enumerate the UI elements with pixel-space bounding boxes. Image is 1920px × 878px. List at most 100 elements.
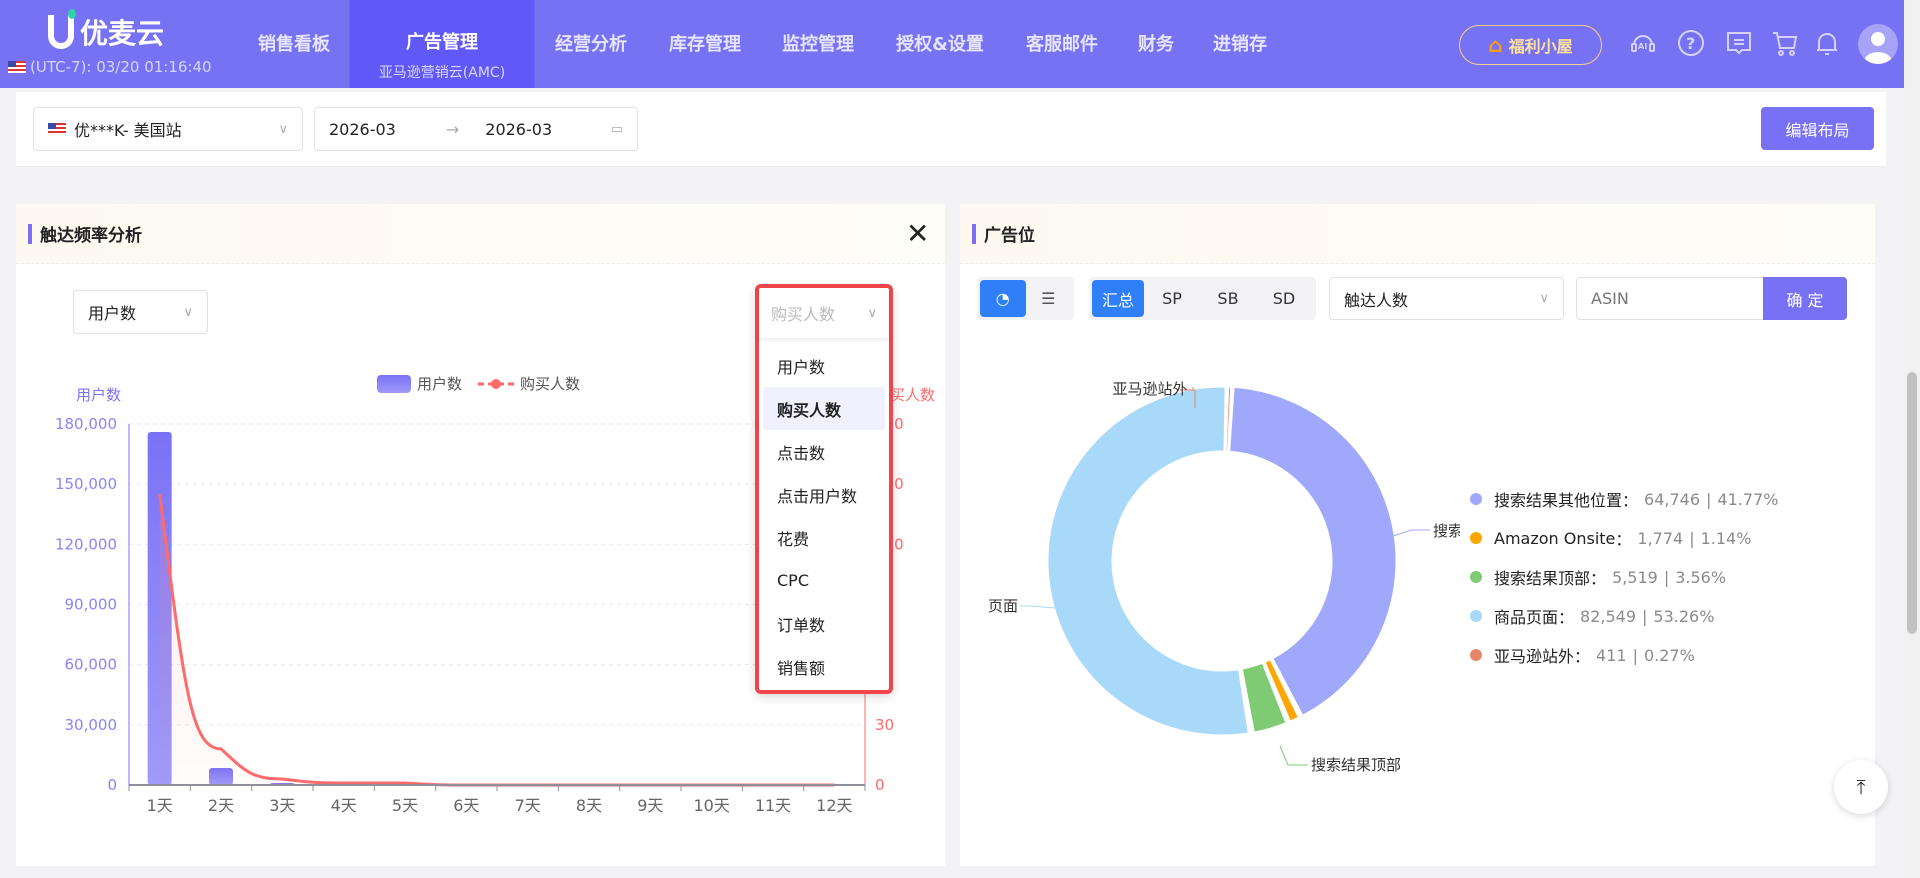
y-left-tick: 120,000: [55, 535, 117, 553]
legend-dot: [1470, 571, 1482, 583]
tab-sp[interactable]: SP: [1144, 280, 1200, 317]
nav-item[interactable]: 客服邮件: [1026, 0, 1098, 88]
legend-value: 64,746: [1644, 489, 1701, 509]
y-left-tick: 150,000: [55, 475, 117, 493]
asin-input[interactable]: [1576, 277, 1766, 320]
legend-dot: [1470, 532, 1482, 544]
legend-percent: 0.27%: [1643, 645, 1695, 665]
right-metric-dropdown[interactable]: 购买人数 ∨ 用户数 购买人数 点击数 点击用户数 花费 CPC 订单数 销售额: [755, 284, 893, 694]
y-left-tick: 0: [107, 776, 117, 794]
legend-line-label: 购买人数: [520, 375, 580, 393]
nav-item[interactable]: 广告管理 亚马逊营销云(AMC): [349, 0, 535, 88]
dropdown-option[interactable]: 点击数: [759, 430, 889, 473]
date-range-picker[interactable]: 2026-03 → 2026-03 ▭: [314, 107, 638, 151]
list-view-icon[interactable]: ☰: [1026, 280, 1072, 317]
nav-label: 销售看板: [258, 34, 330, 55]
welfare-button[interactable]: ⌂ 福利小屋: [1459, 25, 1602, 65]
tab-汇总[interactable]: 汇总: [1092, 280, 1144, 317]
tab-sb[interactable]: SB: [1200, 280, 1256, 317]
dropdown-option[interactable]: 购买人数: [763, 387, 885, 430]
arrow-up-icon: ⤒: [1856, 775, 1866, 799]
legend-dot: [1470, 493, 1482, 505]
nav-item[interactable]: 进销存: [1213, 0, 1267, 88]
legend-colon: ：: [1622, 491, 1639, 510]
y-left-tick: 30,000: [65, 716, 118, 734]
edit-layout-button[interactable]: 编辑布局: [1761, 107, 1874, 150]
y-left-tick: 180,000: [55, 415, 117, 433]
close-icon[interactable]: ✕: [906, 220, 929, 248]
view-toggle[interactable]: ◔ ☰: [977, 277, 1074, 320]
nav-item[interactable]: 销售看板: [258, 0, 330, 88]
pie-label: 亚马逊站外: [1112, 380, 1187, 398]
logo[interactable]: 优麦云: [48, 9, 164, 52]
dropdown-option[interactable]: 点击用户数: [759, 473, 889, 516]
logo-icon: [48, 9, 76, 49]
nav-label: 授权&设置: [896, 34, 984, 55]
scrollbar[interactable]: [1904, 0, 1920, 878]
x-tick-label: 4天: [331, 796, 357, 815]
legend-colon: ：: [1574, 647, 1591, 666]
scrollbar-thumb[interactable]: [1907, 372, 1917, 634]
date-end[interactable]: 2026-03: [485, 120, 552, 139]
pie-label: 搜索: [1433, 522, 1460, 540]
legend-percent: 53.26%: [1653, 606, 1715, 626]
line-series: [158, 494, 835, 787]
store-value: 优***K- 美国站: [74, 121, 182, 140]
panel-header: 广告位: [960, 204, 1875, 264]
dropdown-option[interactable]: 销售额: [759, 645, 889, 688]
dropdown-option[interactable]: 用户数: [759, 344, 889, 387]
legend-name: 商品页面: [1494, 608, 1559, 627]
legend-value: 1,774: [1637, 528, 1684, 548]
y-right-tick: 0: [875, 776, 885, 794]
legend-item[interactable]: 搜索结果顶部： 5,519 | 3.56%: [1470, 566, 1726, 588]
nav-item[interactable]: 监控管理: [782, 0, 854, 88]
ai-headset-icon[interactable]: AI: [1628, 28, 1658, 58]
bell-icon[interactable]: [1812, 28, 1842, 58]
nav-label: 广告管理: [406, 32, 478, 53]
tab-sd[interactable]: SD: [1256, 280, 1312, 317]
title-accent: [28, 223, 32, 244]
pie-chart-view-icon[interactable]: ◔: [980, 280, 1026, 317]
nav-item[interactable]: 库存管理: [669, 0, 741, 88]
back-to-top-button[interactable]: ⤒: [1834, 760, 1888, 814]
legend-item[interactable]: 亚马逊站外： 411 | 0.27%: [1470, 644, 1695, 666]
legend-item[interactable]: 商品页面： 82,549 | 53.26%: [1470, 605, 1714, 627]
dropdown-option[interactable]: CPC: [759, 559, 889, 602]
avatar[interactable]: [1858, 24, 1898, 64]
timezone-clock: (UTC-7): 03/20 01:16:40: [8, 58, 212, 76]
x-tick-label: 7天: [515, 796, 541, 815]
x-tick-label: 8天: [576, 796, 602, 815]
nav-item[interactable]: 授权&设置: [896, 0, 984, 88]
chevron-down-icon: ∨: [1539, 291, 1549, 306]
nav-item[interactable]: 财务: [1138, 0, 1174, 88]
message-icon[interactable]: [1724, 28, 1754, 58]
legend-item[interactable]: Amazon Onsite： 1,774 | 1.14%: [1470, 527, 1751, 549]
legend-item[interactable]: 搜索结果其他位置： 64,746 | 41.77%: [1470, 488, 1778, 510]
pie-label: 搜索结果顶部: [1311, 756, 1401, 774]
left-metric-select[interactable]: 用户数 ∨: [73, 290, 208, 334]
nav-label: 经营分析: [555, 34, 627, 55]
cart-icon[interactable]: [1770, 28, 1800, 58]
dropdown-option[interactable]: 花费: [759, 516, 889, 559]
legend-colon: ：: [1590, 569, 1607, 588]
legend-percent: 3.56%: [1675, 567, 1727, 587]
nav-label: 监控管理: [782, 34, 854, 55]
help-icon[interactable]: ?: [1676, 28, 1706, 58]
title-accent: [972, 223, 976, 244]
right-metric-select[interactable]: 购买人数 ∨: [759, 288, 889, 338]
legend-sep: |: [1689, 528, 1695, 548]
legend-bar-label: 用户数: [417, 375, 462, 393]
legend-value: 82,549: [1580, 606, 1637, 626]
date-start[interactable]: 2026-03: [329, 120, 396, 139]
confirm-button[interactable]: 确 定: [1763, 277, 1847, 320]
leader-line: [1020, 605, 1056, 609]
legend-dot: [1470, 610, 1482, 622]
nav-item[interactable]: 经营分析: [555, 0, 627, 88]
us-flag-icon: [48, 123, 66, 135]
store-select[interactable]: 优***K- 美国站 ∨: [33, 107, 303, 151]
svg-text:?: ?: [1686, 34, 1695, 53]
dropdown-option[interactable]: 订单数: [759, 602, 889, 645]
nav-label: 客服邮件: [1026, 34, 1098, 55]
nav-label: 财务: [1138, 34, 1174, 55]
metric-select[interactable]: 触达人数 ∨: [1329, 277, 1564, 320]
